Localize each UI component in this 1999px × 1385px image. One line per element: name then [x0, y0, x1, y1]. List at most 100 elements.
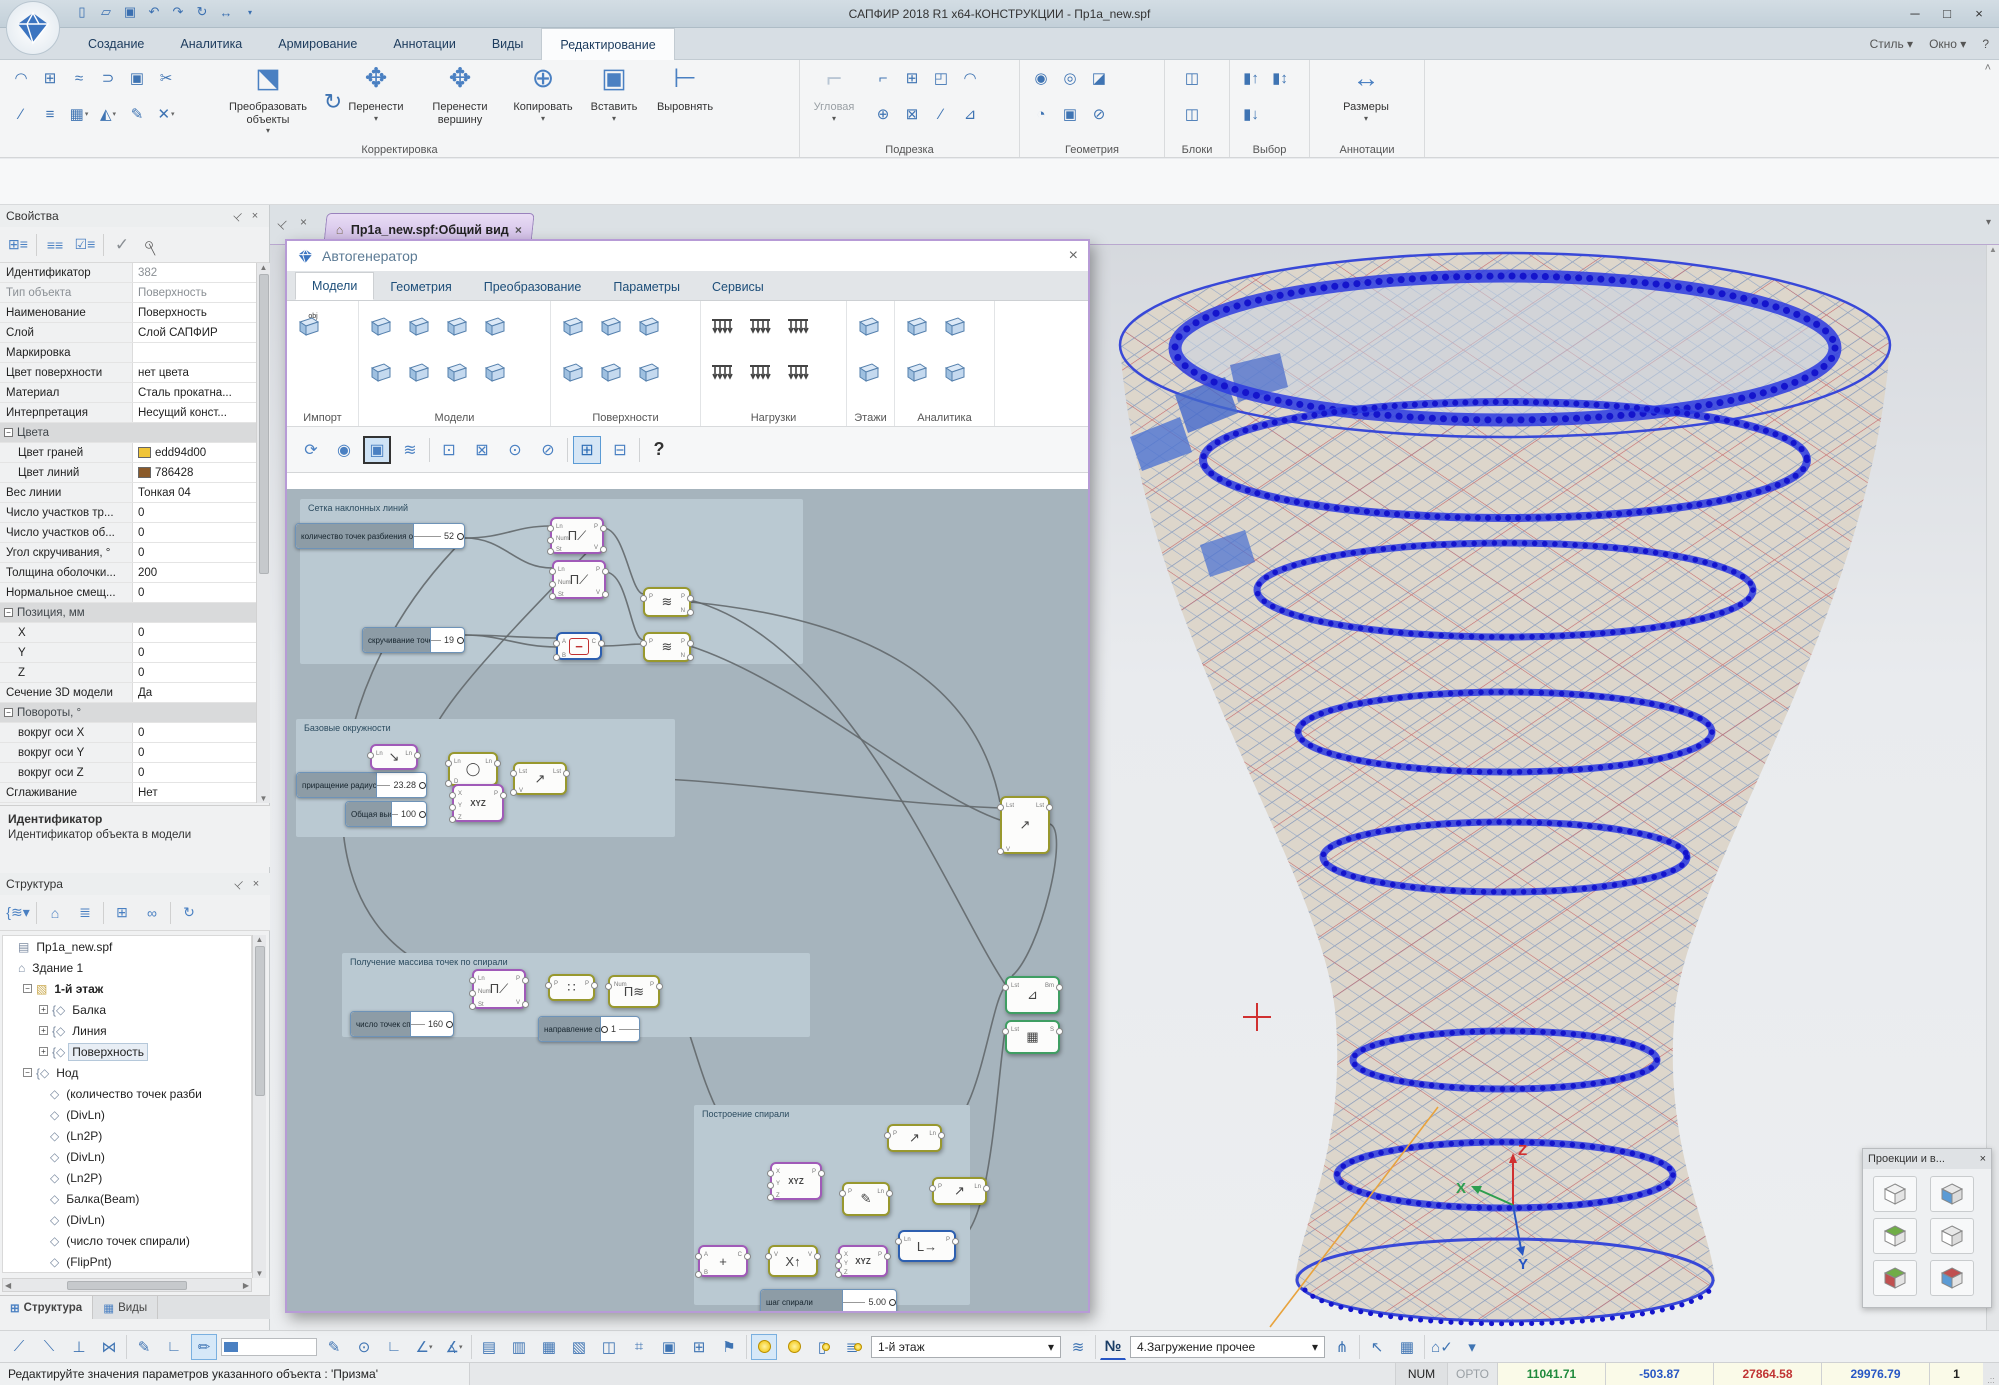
- autogen-model-icon[interactable]: [477, 351, 511, 393]
- tree-item[interactable]: +{◇Балка: [3, 999, 251, 1020]
- draw-edit-icon[interactable]: ✎: [131, 1334, 157, 1360]
- ribbon-collapse-icon[interactable]: ˄: [1985, 62, 1991, 74]
- output-port[interactable]: [1056, 1028, 1063, 1035]
- property-value[interactable]: 0: [133, 627, 256, 639]
- property-value[interactable]: 0: [133, 767, 256, 779]
- menu-tab-3[interactable]: Армирование: [260, 28, 375, 60]
- property-group-row[interactable]: −Позиция, мм: [0, 603, 256, 623]
- tab-list-icon[interactable]: ▾: [1986, 217, 1991, 228]
- output-port[interactable]: [687, 654, 694, 661]
- input-port[interactable]: [547, 525, 554, 532]
- style-menu[interactable]: Стиль ▾: [1870, 37, 1913, 51]
- table-filter-icon[interactable]: ▦: [1394, 1334, 1420, 1360]
- tool-icon[interactable]: ▣: [124, 66, 150, 90]
- output-port[interactable]: [602, 568, 609, 575]
- tree-item[interactable]: ◇(число точек спирали): [3, 1230, 251, 1251]
- tool-icon[interactable]: ◎: [1057, 66, 1083, 90]
- cursor-filter-icon[interactable]: ↖: [1364, 1334, 1390, 1360]
- property-group-row[interactable]: −Повороты, °: [0, 703, 256, 723]
- ribbon-button[interactable]: ↔Размеры▾: [1326, 63, 1406, 139]
- num-indicator[interactable]: NUM: [1395, 1363, 1447, 1385]
- board4-icon[interactable]: ▧: [566, 1334, 592, 1360]
- measure-angle-icon[interactable]: ∠▾: [411, 1334, 437, 1360]
- lamp-layers-icon[interactable]: ≣: [841, 1334, 867, 1360]
- loadcase-select[interactable]: 4.Загружение прочее▾: [1130, 1336, 1325, 1358]
- input-port[interactable]: [553, 654, 560, 661]
- slider-knob[interactable]: [446, 1021, 453, 1028]
- input-port[interactable]: [895, 1238, 902, 1245]
- input-port[interactable]: [640, 640, 647, 647]
- function-node[interactable]: ↗PLn: [932, 1177, 987, 1205]
- autogen-model-icon[interactable]: [439, 351, 473, 393]
- property-value[interactable]: 200: [133, 567, 256, 579]
- input-port[interactable]: [884, 1132, 891, 1139]
- board8-icon[interactable]: ⊞: [686, 1334, 712, 1360]
- input-port[interactable]: [1002, 984, 1009, 991]
- close-autogenerator-icon[interactable]: ×: [1069, 247, 1078, 265]
- output-port[interactable]: [744, 1253, 751, 1260]
- function-node[interactable]: ▦LstS: [1005, 1020, 1060, 1054]
- property-value[interactable]: 0: [133, 587, 256, 599]
- close-projections-icon[interactable]: ×: [1980, 1153, 1986, 1165]
- ribbon-button[interactable]: ▣Вставить▾: [582, 63, 646, 139]
- menu-tab-4[interactable]: Аннотации: [375, 28, 473, 60]
- input-port[interactable]: [510, 770, 517, 777]
- tree-item[interactable]: ◇(Ln2P): [3, 1125, 251, 1146]
- structure-hscrollbar[interactable]: ◀▶: [2, 1278, 252, 1292]
- autogen-tab-3[interactable]: Преобразование: [468, 274, 598, 300]
- function-node[interactable]: XYZXYZP: [770, 1162, 822, 1200]
- view-back-icon[interactable]: [1930, 1260, 1974, 1296]
- tree-item[interactable]: +{◇Поверхность: [3, 1041, 251, 1062]
- function-node[interactable]: ∷PP: [548, 974, 595, 1001]
- output-port[interactable]: [414, 752, 421, 759]
- orto-indicator[interactable]: ОРТО: [1447, 1363, 1497, 1385]
- input-port[interactable]: [510, 789, 517, 796]
- tool-icon[interactable]: ✎: [124, 102, 150, 126]
- tree-item[interactable]: ⌂Здание 1: [3, 957, 251, 978]
- autogen-model-icon[interactable]: [631, 351, 665, 393]
- tree-item[interactable]: ◇(Ln2P): [3, 1167, 251, 1188]
- input-port[interactable]: [449, 792, 456, 799]
- ribbon-button[interactable]: ✥Перенести▾: [338, 63, 414, 139]
- node-canvas[interactable]: Сетка наклонных линийБазовые окружностиП…: [287, 489, 1088, 1311]
- tree-item[interactable]: ▤Пр1а_new.spf: [3, 936, 251, 957]
- pin-icon[interactable]: ⊥: [275, 215, 292, 232]
- function-node[interactable]: П⟋LnNumStPV: [552, 560, 606, 599]
- panel-tab-2[interactable]: ▦Виды: [93, 1296, 158, 1319]
- input-port[interactable]: [553, 640, 560, 647]
- autogen-model-icon[interactable]: [743, 351, 777, 393]
- filter-icon[interactable]: {≋▾: [6, 902, 30, 924]
- autogen-model-icon[interactable]: [401, 305, 435, 347]
- structure-scrollbar[interactable]: ▲▼: [252, 935, 266, 1278]
- function-node[interactable]: ⊿LstBm: [1005, 976, 1060, 1014]
- tool-icon[interactable]: ▮↑: [1238, 66, 1264, 90]
- output-port[interactable]: [938, 1132, 945, 1139]
- output-port[interactable]: [591, 982, 598, 989]
- input-port[interactable]: [445, 760, 452, 767]
- grid-large-icon[interactable]: ⊞: [573, 436, 601, 464]
- function-node[interactable]: П≋NumP: [608, 975, 660, 1008]
- help-menu[interactable]: ?: [1982, 37, 1989, 51]
- zoom-slider[interactable]: [221, 1338, 317, 1356]
- function-node[interactable]: L→LnP: [898, 1230, 956, 1262]
- load-angle-icon[interactable]: ⋔: [1329, 1334, 1355, 1360]
- autogen-model-icon[interactable]: [937, 351, 971, 393]
- tree-expand-icon[interactable]: −: [23, 1068, 32, 1077]
- function-node[interactable]: ≋PPN: [643, 587, 691, 617]
- input-port[interactable]: [767, 1194, 774, 1201]
- autogen-model-icon[interactable]: [555, 305, 589, 347]
- tree-expand-icon[interactable]: +: [39, 1026, 48, 1035]
- tool-icon[interactable]: ⊿: [957, 102, 983, 126]
- board3-icon[interactable]: ▦: [536, 1334, 562, 1360]
- tool-icon[interactable]: ◠: [957, 66, 983, 90]
- property-value[interactable]: Поверхность: [133, 307, 256, 319]
- output-port[interactable]: [563, 770, 570, 777]
- snap-int-icon[interactable]: ⋈: [96, 1334, 122, 1360]
- input-port[interactable]: [835, 1271, 842, 1278]
- resize-grip[interactable]: .::: [1983, 1363, 1999, 1385]
- building-icon[interactable]: ⌂: [43, 902, 67, 924]
- lamp-on-icon[interactable]: [751, 1334, 777, 1360]
- autogen-tab-5[interactable]: Сервисы: [696, 274, 780, 300]
- autogen-model-icon[interactable]: [743, 305, 777, 347]
- property-value[interactable]: Нет: [133, 787, 256, 799]
